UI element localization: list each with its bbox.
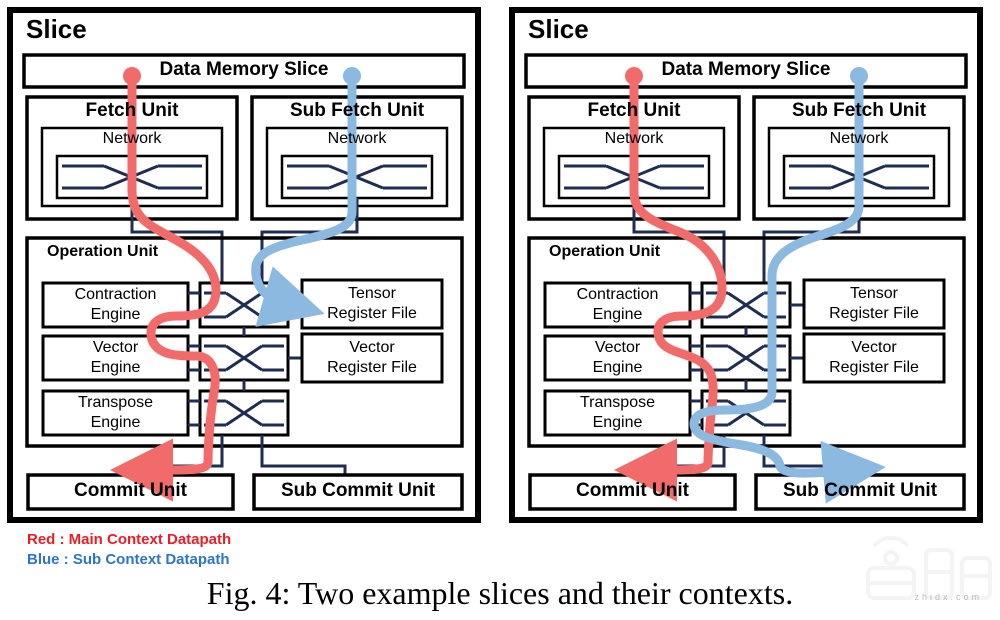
fetch-network-label: Network [604,130,664,147]
sub-fetch-unit-title: Sub Fetch Unit [791,100,927,121]
contraction-engine-label: Contraction Engine [576,286,659,323]
slice-title: Slice [528,14,589,44]
sub-commit-unit-label: Sub Commit Unit [782,480,938,501]
sub-fetch-network-label: Network [829,130,889,147]
watermark-text: zhidx.com [914,592,982,602]
data-memory-slice-label: Data Memory Slice [159,59,329,80]
legend-red: Red : Main Context Datapath [27,531,232,548]
commit-unit-label: Commit Unit [576,480,689,501]
legend-blue: Blue : Sub Context Datapath [27,551,230,568]
contraction-engine-label: Contraction Engine [74,286,157,323]
sub-fetch-network-label: Network [327,130,387,147]
slice-title: Slice [26,14,87,44]
vector-engine-label: Vector Engine [90,339,141,376]
panel-left-slice [7,7,481,523]
panel-right-slice [509,7,983,523]
figure-root: Slice Data Memory Slice Fetch Unit Netwo… [0,0,1000,620]
transpose-engine-label: Transpose Engine [580,394,655,431]
tensor-register-file-label: Tensor Register File [829,285,919,322]
fetch-network-label: Network [102,130,162,147]
figure-caption: Fig. 4: Two example slices and their con… [206,575,794,611]
transpose-engine-label: Transpose Engine [78,394,153,431]
sub-fetch-unit-title: Sub Fetch Unit [289,100,425,121]
vector-register-file-label: Vector Register File [829,339,919,376]
operation-unit-title: Operation Unit [47,243,159,260]
commit-unit-label: Commit Unit [74,480,187,501]
tensor-register-file-label: Tensor Register File [327,285,417,322]
data-memory-slice-label: Data Memory Slice [661,59,831,80]
operation-unit-title: Operation Unit [549,243,661,260]
fetch-unit-title: Fetch Unit [587,100,681,121]
vector-engine-label: Vector Engine [592,339,643,376]
sub-commit-unit-label: Sub Commit Unit [280,480,436,501]
vector-register-file-label: Vector Register File [327,339,417,376]
fetch-unit-title: Fetch Unit [85,100,179,121]
